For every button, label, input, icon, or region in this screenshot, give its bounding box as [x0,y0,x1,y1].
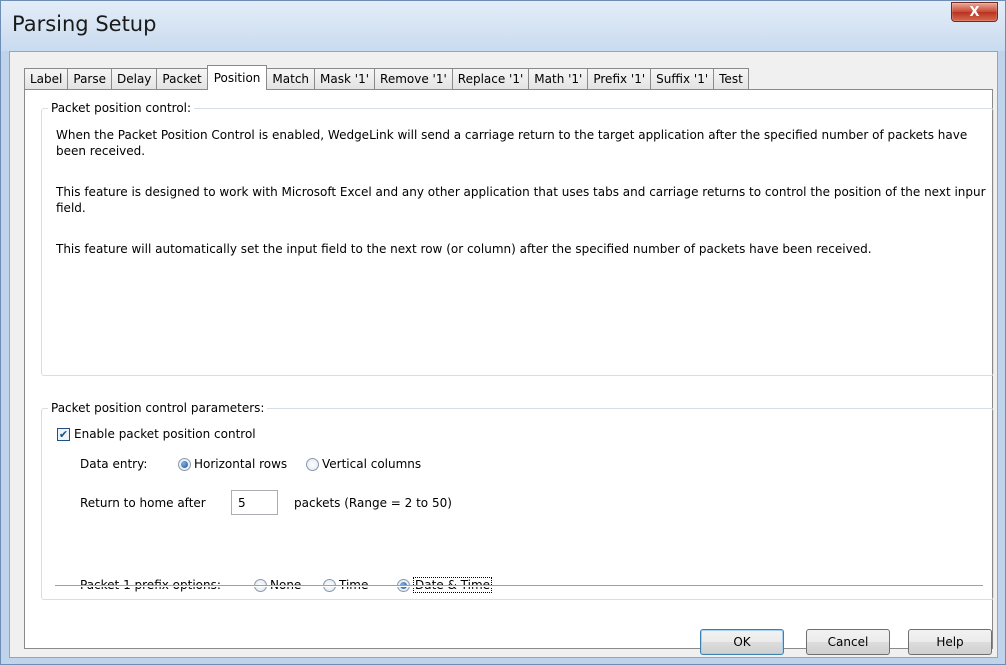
checkbox-label: Enable packet position control [74,427,256,441]
tab-delay[interactable]: Delay [111,68,158,89]
packet-position-control-group: Packet position control: When the Packet… [41,101,994,376]
tab-position[interactable]: Position [206,65,268,90]
title-bar[interactable]: Parsing Setup X [1,1,1005,51]
tab-suffix[interactable]: Suffix '1' [650,68,715,89]
tab-packet[interactable]: Packet [156,68,208,89]
packet-count-input[interactable]: 5 [231,490,278,515]
ok-button[interactable]: OK [700,629,784,655]
enable-position-control-checkbox[interactable]: ✔ Enable packet position control [57,427,256,441]
return-home-row: Return to home after 5 packets (Range = … [80,490,452,515]
parsing-setup-window: Parsing Setup X Label Parse Delay Packet… [0,0,1006,665]
radio-horizontal-rows[interactable] [178,457,191,471]
description-paragraph: This feature will automatically set the … [56,242,872,256]
tab-math[interactable]: Math '1' [528,68,589,89]
description-paragraph: When the Packet Position Control is enab… [56,128,968,158]
window-title: Parsing Setup [12,12,157,36]
tab-replace[interactable]: Replace '1' [451,68,530,89]
radio-label: Horizontal rows [194,457,288,471]
separator [55,585,983,587]
tab-strip: Label Parse Delay Packet Position Match … [24,65,749,90]
data-entry-label: Data entry: [80,457,148,471]
tab-mask[interactable]: Mask '1' [314,68,376,89]
close-icon: X [969,4,980,20]
group-title: Packet position control parameters: [51,401,265,415]
tab-test[interactable]: Test [713,68,749,89]
tab-remove[interactable]: Remove '1' [374,68,453,89]
tab-match[interactable]: Match [266,68,316,89]
tab-prefix[interactable]: Prefix '1' [587,68,652,89]
radio-vertical-columns[interactable] [306,457,319,471]
checkmark-icon[interactable]: ✔ [57,427,70,441]
tab-parse[interactable]: Parse [67,68,112,89]
cancel-button[interactable]: Cancel [806,629,890,655]
packets-range-label: packets (Range = 2 to 50) [294,495,452,510]
return-home-label: Return to home after [80,495,206,510]
group-title: Packet position control: [51,101,192,115]
tab-label[interactable]: Label [24,68,69,89]
packet-position-parameters-group: Packet position control parameters: ✔ En… [41,401,994,600]
data-entry-row: Data entry: Horizontal rows Vertical col… [80,457,421,471]
position-tab-panel: Packet position control: When the Packet… [24,89,994,649]
radio-label: Vertical columns [322,457,422,471]
close-button[interactable]: X [951,2,998,22]
dialog-client-area: Label Parse Delay Packet Position Match … [9,51,998,658]
description-paragraph: This feature is designed to work with Mi… [56,185,986,215]
help-button[interactable]: Help [908,629,992,655]
